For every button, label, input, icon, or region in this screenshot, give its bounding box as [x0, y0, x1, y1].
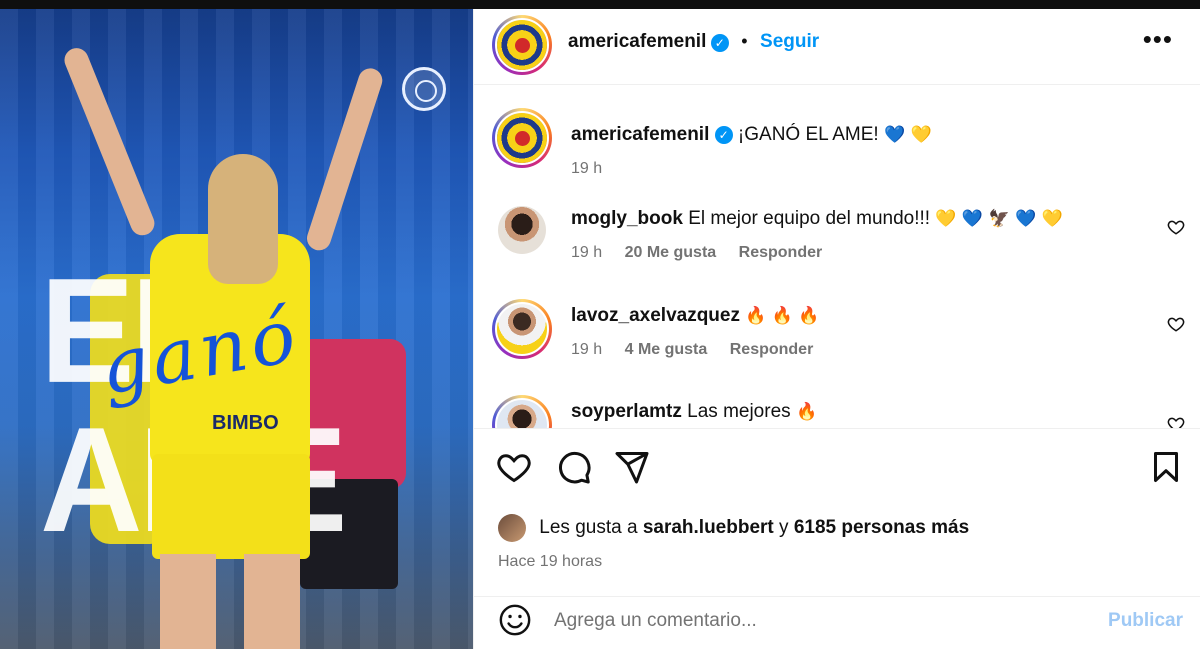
comment-item: lavoz_axelvazquez 🔥 🔥 🔥 19 h 4 Me gusta … — [474, 299, 1200, 379]
player-shorts — [152, 454, 310, 559]
comment-emojis: 🔥 — [795, 402, 818, 422]
post-image[interactable]: EL AME BIMBO ganó — [0, 9, 473, 649]
window-top-bar — [0, 0, 1200, 9]
emoji-icon[interactable] — [498, 603, 532, 637]
post-actions: Les gusta a sarah.luebbert y 6185 person… — [474, 428, 1200, 596]
club-logo-icon — [497, 113, 547, 163]
author-avatar[interactable] — [492, 15, 552, 75]
caption-row: americafemenil ✓ ¡GANÓ EL AME! 💙 💛 19 h — [474, 104, 1200, 184]
comment-text: lavoz_axelvazquez 🔥 🔥 🔥 — [571, 305, 820, 327]
separator-dot: • — [741, 31, 748, 51]
reply-button[interactable]: Responder — [739, 244, 823, 261]
comment-username[interactable]: mogly_book — [571, 208, 683, 229]
comment-meta: 19 h 20 Me gusta Responder — [571, 244, 840, 262]
author-username[interactable]: americafemenil — [568, 31, 706, 52]
sponsor-logo: BIMBO — [212, 412, 279, 434]
comment-icon[interactable] — [556, 449, 592, 485]
share-icon[interactable] — [614, 449, 650, 485]
comment-text: mogly_book El mejor equipo del mundo!!! … — [571, 208, 1063, 230]
club-crest-watermark — [402, 67, 446, 111]
follow-button[interactable]: Seguir — [760, 31, 819, 52]
likes-summary: Les gusta a sarah.luebbert y 6185 person… — [498, 514, 969, 542]
liker-avatar[interactable] — [498, 514, 526, 542]
liker-username[interactable]: sarah.luebbert — [643, 517, 774, 538]
comment-item: mogly_book El mejor equipo del mundo!!! … — [474, 202, 1200, 282]
commenter-avatar[interactable] — [492, 299, 552, 359]
comment-username[interactable]: lavoz_axelvazquez — [571, 305, 740, 326]
comment-username[interactable]: soyperlamtz — [571, 401, 682, 422]
comment-emojis: 🔥 🔥 🔥 — [745, 306, 820, 326]
likes-connector: y — [779, 517, 789, 539]
comment-meta: 19 h 4 Me gusta Responder — [571, 341, 831, 359]
caption-body: ¡GANÓ EL AME! — [737, 124, 879, 145]
post-side-panel: americafemenil ✓ • Seguir ••• americafem… — [473, 9, 1200, 649]
comment-heart-icon[interactable] — [1167, 315, 1185, 333]
comment-heart-icon[interactable] — [1167, 218, 1185, 236]
commenter-avatar[interactable] — [492, 395, 552, 428]
heart-icon[interactable] — [496, 449, 532, 485]
caption-time[interactable]: 19 h — [571, 160, 602, 177]
comment-text: soyperlamtz Las mejores 🔥 — [571, 401, 817, 423]
caption-meta: 19 h — [571, 160, 620, 178]
comment-heart-icon[interactable] — [1167, 415, 1185, 428]
comment-like-count[interactable]: 20 Me gusta — [625, 244, 717, 261]
caption-text: americafemenil ✓ ¡GANÓ EL AME! 💙 💛 — [571, 124, 932, 146]
reply-button[interactable]: Responder — [730, 341, 814, 358]
caption-avatar[interactable] — [492, 108, 552, 168]
comment-body: El mejor equipo del mundo!!! — [688, 208, 931, 229]
player-hair — [208, 154, 278, 284]
comment-input[interactable] — [554, 605, 1074, 637]
caption-emojis: 💙 💛 — [883, 125, 932, 145]
comment-time[interactable]: 19 h — [571, 244, 602, 261]
comment-body: Las mejores — [687, 401, 791, 422]
post-timestamp[interactable]: Hace 19 horas — [498, 553, 602, 571]
comment-time[interactable]: 19 h — [571, 341, 602, 358]
publish-button[interactable]: Publicar — [1108, 610, 1183, 632]
post-header: americafemenil ✓ • Seguir ••• — [474, 9, 1200, 85]
verified-icon: ✓ — [710, 33, 729, 52]
verified-icon: ✓ — [714, 125, 733, 144]
club-logo-icon — [497, 20, 547, 70]
commenter-avatar[interactable] — [498, 206, 546, 254]
caption-username[interactable]: americafemenil — [571, 124, 709, 145]
comment-emojis: 💛 💙 🦅 💙 💛 — [935, 209, 1063, 229]
header-identity: americafemenil ✓ • Seguir — [568, 31, 819, 53]
likes-others-count[interactable]: 6185 personas más — [794, 517, 969, 538]
comment-composer: Publicar — [474, 596, 1200, 649]
comment-item: soyperlamtz Las mejores 🔥 — [474, 395, 1200, 428]
player-legs — [160, 554, 300, 649]
bookmark-icon[interactable] — [1148, 449, 1184, 485]
comment-like-count[interactable]: 4 Me gusta — [625, 341, 708, 358]
likes-prefix: Les gusta a — [539, 517, 638, 539]
comments-list[interactable]: americafemenil ✓ ¡GANÓ EL AME! 💙 💛 19 h … — [474, 86, 1200, 428]
